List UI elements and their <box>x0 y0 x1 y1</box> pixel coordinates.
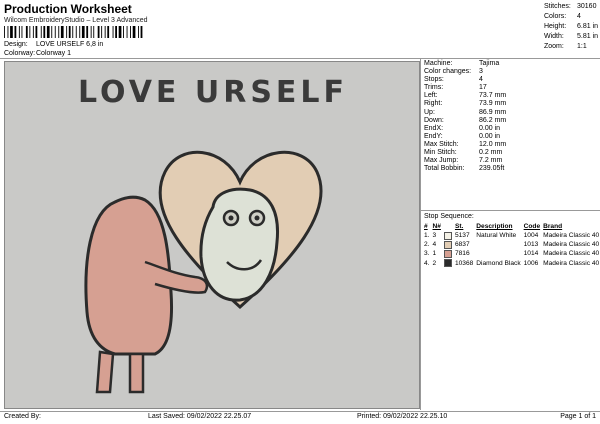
param-row: Trims: 17 <box>424 84 487 92</box>
param-row: Left: 73.7 mm <box>424 92 507 100</box>
design-label: Design: <box>4 41 28 48</box>
stop-sequence-table: # N# St. Description Code Brand 1. 3 513… <box>424 222 600 268</box>
stop-sequence-title: Stop Sequence: <box>424 213 474 220</box>
param-row: Machine: Tajima <box>424 60 500 67</box>
params-divider <box>421 210 600 211</box>
colorway-value: Colorway 1 <box>36 50 72 57</box>
header-divider <box>0 58 600 59</box>
stat-stitches: Stitches: 30160 <box>544 3 597 10</box>
param-row: Max Jump: 7.2 mm <box>424 157 503 165</box>
column-divider <box>420 58 421 410</box>
software-subtitle: Wilcom EmbroideryStudio – Level 3 Advanc… <box>4 17 148 24</box>
table-row: 3. 1 7816 1014 Madeira Classic 40 <box>424 249 600 258</box>
param-row: Right: 73.9 mm <box>424 100 507 108</box>
created-by: Created By: <box>4 413 41 420</box>
param-row: Min Stitch: 0.2 mm <box>424 149 503 157</box>
top-stats: Stitches: 30160 Colors: 4 Height: 6.81 in W… <box>544 2 600 52</box>
design-preview: LOVE URSELF <box>4 61 420 409</box>
color-swatch <box>443 231 452 240</box>
last-saved: Last Saved: 09/02/2022 22.25.07 <box>148 413 252 420</box>
stat-width: Width: 5.81 in <box>544 33 599 40</box>
color-swatch <box>443 259 452 268</box>
param-row: Max Stitch: 12.0 mm <box>424 140 507 148</box>
param-row: Up: 86.9 mm <box>424 108 507 116</box>
param-row: Stops: 4 <box>424 76 483 84</box>
pink-figure-legs <box>95 350 145 394</box>
table-header: # N# St. Description Code Brand <box>424 223 563 230</box>
stat-zoom: Zoom: 1:1 <box>544 43 587 50</box>
table-row: 2. 4 6837 1013 Madeira Classic 40 <box>424 240 600 249</box>
artwork-lettering: LOVE URSELF <box>78 75 348 110</box>
param-row: Color changes: 3 <box>424 68 483 76</box>
table-row: 1. 3 5137 Natural White 1004 Madeira Cla… <box>424 231 600 240</box>
param-row: Total Bobbin: 239.05ft <box>424 165 505 173</box>
printed-date: Printed: 09/02/2022 22.25.10 <box>357 413 448 420</box>
param-row: EndX: 0.00 in <box>424 124 501 132</box>
stat-colors: Colors: 4 <box>544 13 581 20</box>
machine-params: Machine: Tajima Color changes: 3 Stops: 4 T… <box>424 60 600 173</box>
page-number: Page 1 of 1 <box>560 413 596 420</box>
color-swatch <box>443 240 452 249</box>
stat-height: Height: 6.81 in <box>544 23 599 30</box>
barcode <box>4 26 143 38</box>
color-swatch <box>443 249 452 258</box>
worksheet-title: Production Worksheet <box>4 2 132 16</box>
table-row: 4. 2 10368 Diamond Black 1006 Madeira Cl… <box>424 259 600 268</box>
param-row: EndY: 0.00 in <box>424 132 501 140</box>
light-face <box>199 187 280 302</box>
param-row: Down: 86.2 mm <box>424 116 507 124</box>
colorway-label: Colorway: <box>4 50 36 57</box>
embroidery-artwork: LOVE URSELF <box>78 75 348 394</box>
design-value: LOVE URSELF 6,8 in <box>36 41 104 48</box>
footer-divider <box>0 411 600 412</box>
